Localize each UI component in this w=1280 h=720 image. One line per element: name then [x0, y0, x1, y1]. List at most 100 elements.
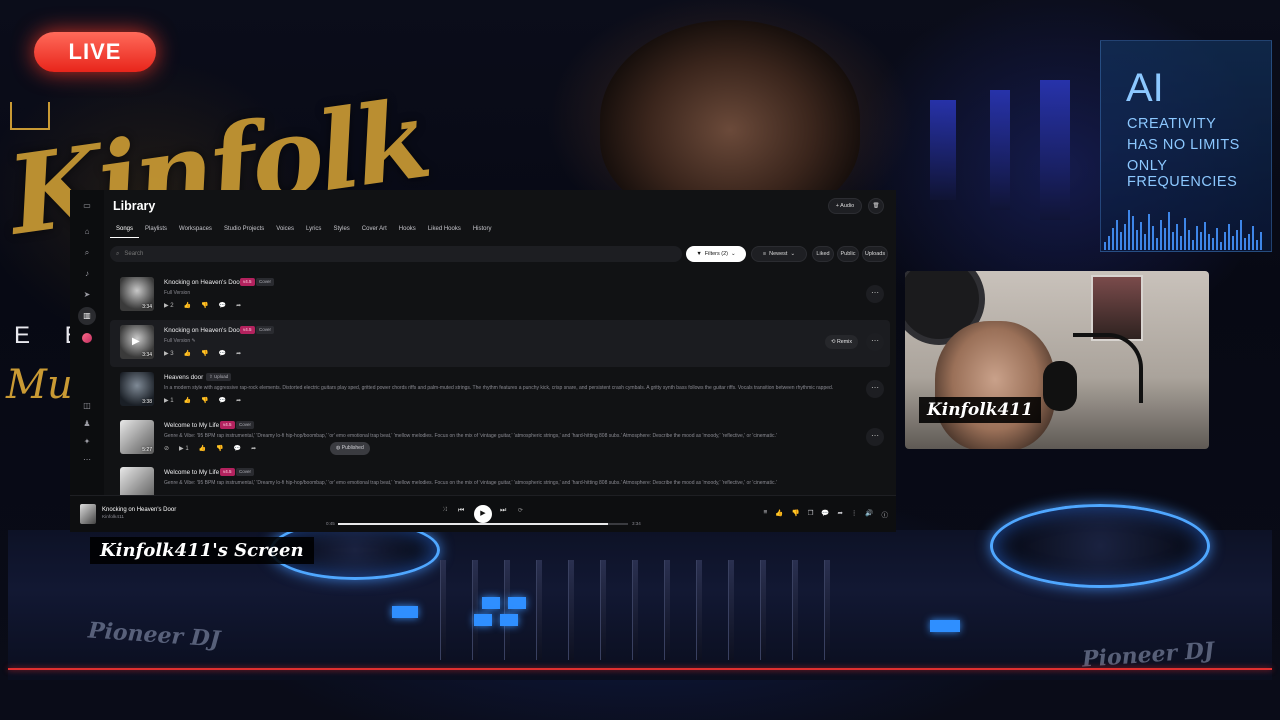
song-duration: 5:27 — [142, 446, 152, 453]
song-actions: ▶ 1 👍 👎 💬 ➦ — [164, 397, 241, 404]
song-row[interactable]: 3:34 Knocking on Heaven's Door v4.5 Cove… — [110, 272, 890, 320]
more-options-button[interactable]: ⋯ — [866, 427, 884, 446]
comment-icon[interactable]: 💬 — [821, 509, 829, 519]
notifications-icon[interactable]: ◫ — [81, 400, 93, 412]
dislike-icon[interactable]: 👎 — [201, 397, 208, 404]
repeat-icon[interactable]: ⟳ — [518, 507, 523, 514]
more-options-button[interactable]: ⋯ — [866, 285, 884, 303]
comment-icon[interactable]: 💬 — [219, 350, 226, 357]
tab-cover-art[interactable]: Cover Art — [356, 224, 393, 238]
queue-icon[interactable]: ≡ — [764, 509, 768, 519]
volume-icon[interactable]: 🔊 — [865, 509, 873, 519]
tab-workspaces[interactable]: Workspaces — [173, 224, 218, 238]
tab-history[interactable]: History — [467, 224, 498, 238]
profile-icon[interactable] — [82, 333, 92, 343]
tab-playlists[interactable]: Playlists — [139, 224, 173, 238]
more-options-button[interactable]: ⋯ — [866, 332, 884, 351]
dislike-icon[interactable]: 👎 — [216, 445, 223, 452]
trash-icon[interactable]: 🗑 — [868, 198, 884, 214]
more-icon[interactable]: ⋯ — [81, 454, 93, 466]
dislike-icon[interactable]: 👎 — [201, 302, 208, 309]
home-icon[interactable]: ⌂ — [81, 226, 93, 238]
tab-liked-hooks[interactable]: Liked Hooks — [422, 224, 467, 238]
waveform-bar — [1228, 224, 1230, 250]
more-options-button[interactable]: ⋯ — [866, 380, 884, 398]
previous-icon[interactable]: ⏮ — [458, 507, 464, 515]
share-icon[interactable]: ➦ — [837, 509, 842, 519]
filters-label: Filters (2) — [704, 251, 729, 257]
filter-uploads-chip[interactable]: Uploads — [862, 246, 888, 262]
dislike-icon[interactable]: 👎 — [791, 509, 799, 519]
chevron-down-icon: ⌄ — [731, 251, 736, 257]
tab-lyrics[interactable]: Lyrics — [300, 224, 327, 238]
filters-button[interactable]: ▼ Filters (2) ⌄ — [686, 246, 746, 262]
comment-icon[interactable]: 💬 — [234, 445, 241, 452]
song-row[interactable]: 5:27 Welcome to My Life v4.5 Cover Genre… — [110, 415, 890, 463]
now-playing-artist[interactable]: Kinfolk411 — [102, 515, 124, 520]
more-icon[interactable]: ⋮ — [851, 509, 858, 519]
play-icon[interactable]: ▶ — [132, 336, 140, 347]
add-audio-button[interactable]: + Audio — [828, 198, 862, 214]
filter-liked-chip[interactable]: Liked — [812, 246, 834, 262]
lower-third-line — [8, 668, 1272, 670]
version-badge: v4.5 — [220, 420, 235, 429]
song-title[interactable]: Knocking on Heaven's Door — [164, 327, 242, 334]
library-icon[interactable]: ▥ — [78, 307, 96, 325]
search-icon[interactable]: ⌕ — [81, 247, 93, 259]
comment-icon[interactable]: 💬 — [219, 302, 226, 309]
song-title[interactable]: Welcome to My Life — [164, 469, 219, 476]
lyrics-icon[interactable]: ❐ — [808, 509, 814, 519]
comment-icon[interactable]: 💬 — [219, 397, 226, 404]
filter-public-chip[interactable]: Public — [837, 246, 859, 262]
ai-poster-line: CREATIVITY — [1127, 116, 1217, 132]
song-title[interactable]: Welcome to My Life — [164, 422, 219, 429]
tab-songs[interactable]: Songs — [110, 224, 140, 238]
page-title: Library — [113, 199, 156, 213]
like-icon[interactable]: 👍 — [775, 509, 783, 519]
create-icon[interactable]: ♪ — [81, 268, 93, 280]
waveform-bar — [1120, 232, 1122, 250]
sort-button[interactable]: ≡ Newest ⌄ — [751, 246, 807, 262]
info-icon[interactable]: ⓘ — [882, 509, 889, 519]
like-icon[interactable]: 👍 — [184, 397, 191, 404]
song-row[interactable]: 3:38 Heavens door ⇧ Upload In a modern s… — [110, 367, 890, 415]
remix-button[interactable]: ⟲ Remix — [825, 334, 858, 349]
tab-styles[interactable]: Styles — [327, 224, 355, 238]
now-playing-title[interactable]: Knocking on Heaven's Door — [102, 507, 176, 513]
progress-bar[interactable] — [338, 523, 628, 525]
song-title[interactable]: Heavens door — [164, 374, 203, 381]
share-icon[interactable]: ➦ — [236, 302, 241, 309]
waveform-bar — [1192, 240, 1194, 250]
like-icon[interactable]: 👍 — [184, 350, 191, 357]
share-icon[interactable]: ➦ — [236, 350, 241, 357]
gift-icon[interactable]: ✦ — [81, 436, 93, 448]
explore-icon[interactable]: ➤ — [81, 289, 93, 301]
now-playing-cover[interactable] — [80, 504, 96, 524]
like-icon[interactable]: 👍 — [199, 445, 206, 452]
shuffle-icon[interactable]: ⤨ — [442, 507, 447, 514]
song-actions: ⊘ ▶ 1 👍 👎 💬 ➦ — [164, 445, 256, 452]
tab-studio-projects[interactable]: Studio Projects — [218, 224, 270, 238]
next-icon[interactable]: ⏭ — [500, 507, 506, 515]
performance-pad — [500, 614, 518, 626]
performance-pad — [508, 597, 526, 609]
stream-scene: Kinfolk E E Much LIVE AI CREATIVITY HAS … — [0, 0, 1280, 720]
dislike-icon[interactable]: 👎 — [201, 350, 208, 357]
window-icon[interactable]: ▭ — [81, 200, 93, 212]
like-icon[interactable]: 👍 — [184, 302, 191, 309]
type-badge: Cover — [256, 278, 275, 286]
crown-icon — [10, 102, 50, 130]
waveform-bar — [1132, 216, 1134, 250]
invite-icon[interactable]: ♟ — [81, 418, 93, 430]
share-icon[interactable]: ➦ — [251, 445, 256, 452]
tab-hooks[interactable]: Hooks — [393, 224, 422, 238]
play-pause-button[interactable]: ▶ — [474, 505, 492, 523]
song-title[interactable]: Knocking on Heaven's Door — [164, 279, 242, 286]
share-icon[interactable]: ➦ — [236, 397, 241, 404]
search-input[interactable]: ⌕ Search — [110, 246, 682, 262]
search-placeholder: Search — [124, 251, 144, 257]
song-row[interactable]: ▶ 3:34 Knocking on Heaven's Door v4.5 Cov… — [110, 319, 890, 367]
edit-icon[interactable]: ✎ — [192, 338, 196, 344]
play-count-icon: ▶ 2 — [164, 303, 174, 309]
tab-voices[interactable]: Voices — [270, 224, 300, 238]
